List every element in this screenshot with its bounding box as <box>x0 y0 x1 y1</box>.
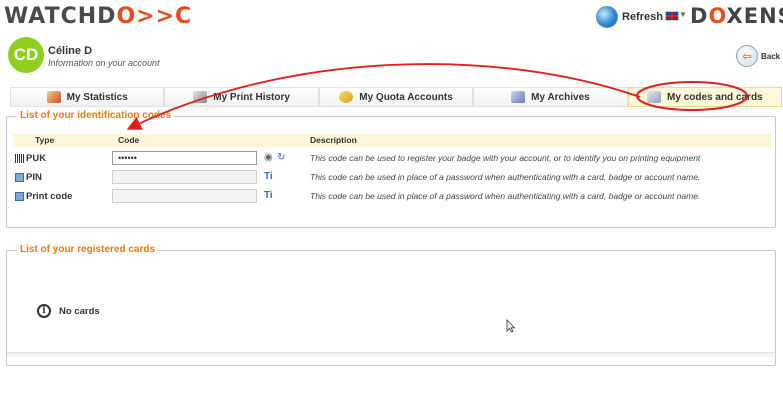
table-row-puk: PUK •••••• ◉ ↻ This code can be used to … <box>13 151 771 167</box>
table-row-print-code: Print code Ti This code can be used in p… <box>13 189 771 205</box>
cards-legend: List of your registered cards <box>17 244 159 255</box>
show-code-icon[interactable]: ◉ <box>264 152 273 163</box>
nav-tabs: My Statistics My Print History My Quota … <box>10 87 783 107</box>
user-bar: CD Céline D Information on your account … <box>0 33 783 83</box>
top-bar: WATCHDO>>C Refresh ▼ DOXENSE <box>0 0 783 32</box>
user-subtitle: Information on your account <box>48 58 160 68</box>
tab-statistics[interactable]: My Statistics <box>10 87 165 107</box>
registered-cards-panel: List of your registered cards i No cards <box>6 244 776 366</box>
doxense-logo: DOXENSE <box>690 4 783 28</box>
puk-code-field[interactable]: •••••• <box>112 151 257 165</box>
row-description: This code can be used to register your b… <box>310 153 701 163</box>
tab-label: My codes and cards <box>667 91 763 103</box>
row-description: This code can be used in place of a pass… <box>310 172 701 182</box>
mouse-cursor-icon <box>506 319 516 333</box>
print-history-icon <box>193 91 208 103</box>
table-row-pin: PIN Ti This code can be used in place of… <box>13 170 771 186</box>
column-type: Type <box>35 135 55 145</box>
row-description: This code can be used in place of a pass… <box>310 191 701 201</box>
watchdoc-logo: WATCHDO>>C <box>4 4 193 29</box>
back-arrow-icon: ⇦ <box>736 45 758 67</box>
no-cards-label: No cards <box>59 305 100 317</box>
refresh-button[interactable]: Refresh <box>596 6 663 28</box>
tab-print-history[interactable]: My Print History <box>164 87 319 107</box>
user-name: Céline D <box>48 45 93 57</box>
avatar: CD <box>8 37 44 73</box>
keypad-icon <box>15 192 24 201</box>
back-button[interactable]: ⇦ Back <box>736 45 780 67</box>
tab-quota-accounts[interactable]: My Quota Accounts <box>318 87 474 107</box>
row-type: Print code <box>15 191 72 202</box>
quota-icon <box>339 91 354 103</box>
codes-table-header: Type Code Description <box>13 134 771 147</box>
language-flag-icon[interactable] <box>665 11 679 21</box>
regenerate-icon[interactable]: ↻ <box>277 152 285 163</box>
no-cards-message: i No cards <box>37 304 100 318</box>
column-code: Code <box>118 135 140 145</box>
pin-code-field[interactable] <box>112 170 257 184</box>
panel-footer-strip <box>7 352 775 357</box>
keypad-icon <box>15 173 24 182</box>
archives-icon <box>511 91 526 103</box>
edit-code-icon[interactable]: Ti <box>264 171 273 182</box>
tab-codes-and-cards[interactable]: My codes and cards <box>627 87 783 107</box>
identification-codes-panel: List of your identification codes Type C… <box>6 110 776 228</box>
statistics-icon <box>46 91 61 103</box>
info-icon: i <box>37 304 51 318</box>
tab-label: My Print History <box>213 91 290 103</box>
row-type: PIN <box>15 172 42 183</box>
tab-label: My Archives <box>531 91 590 103</box>
row-type: PUK <box>15 153 46 164</box>
tab-label: My Statistics <box>66 91 128 103</box>
tab-archives[interactable]: My Archives <box>473 87 628 107</box>
print-code-field[interactable] <box>112 189 257 203</box>
globe-icon <box>596 6 618 28</box>
codes-legend: List of your identification codes <box>17 110 175 121</box>
language-caret-icon[interactable]: ▼ <box>679 10 687 19</box>
refresh-label: Refresh <box>622 11 663 23</box>
codes-cards-icon <box>647 91 662 103</box>
barcode-icon <box>15 154 24 163</box>
edit-code-icon[interactable]: Ti <box>264 190 273 201</box>
column-description: Description <box>310 135 357 145</box>
back-label: Back <box>761 51 781 61</box>
tab-label: My Quota Accounts <box>359 91 453 103</box>
